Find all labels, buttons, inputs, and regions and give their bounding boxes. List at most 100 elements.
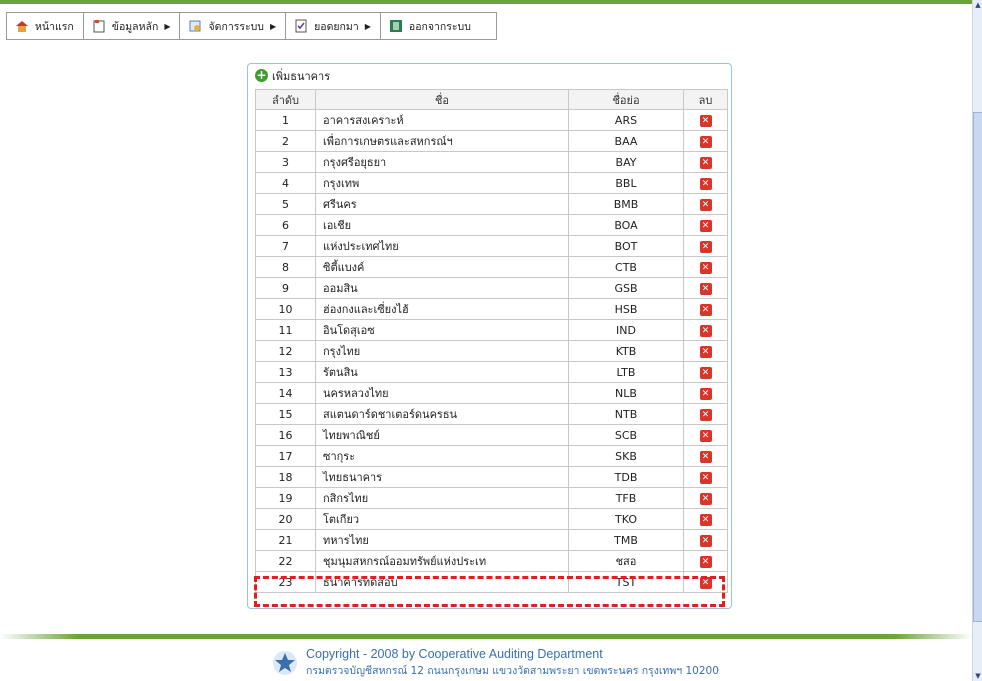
delete-icon[interactable]: ✕ [699,262,712,274]
delete-icon[interactable]: ✕ [699,241,712,253]
bank-abbreviation: NTB [568,403,684,425]
table-row: 17 ซากุระ SKB ✕ [255,445,728,467]
delete-cell: ✕ [683,256,728,278]
table-row: 3 กรุงศรีอยุธยา BAY ✕ [255,151,728,173]
table-row: 11 อินโดสุเอซ IND ✕ [255,319,728,341]
menu-label: ข้อมูลหลัก [111,20,159,33]
bank-name: กรุงศรีอยุธยา [315,151,569,173]
column-header-abbr: ชื่อย่อ [568,89,684,110]
highlight-box-new-row [254,576,725,607]
bank-name: รัตนสิน [315,361,569,383]
scroll-down-icon[interactable]: ▼ [973,671,982,681]
bank-abbreviation: TFB [568,487,684,509]
bank-list-panel: + เพิ่มธนาคาร ลำดับ ชื่อ ชื่อย่อ ลบ 1 อาค… [247,63,732,609]
menu-label: ยอดยกมา [314,20,359,33]
main-menu-bar: หน้าแรก ข้อมูลหลัก ▶ จัดการระบบ ▶ ยอดยกม… [6,12,497,40]
bank-abbreviation: BAA [568,130,684,152]
delete-icon[interactable]: ✕ [699,556,712,568]
bank-name: ออมสิน [315,277,569,299]
table-row: 22 ชุมนุมสหกรณ์ออมทรัพย์แห่งประเท ชสอ ✕ [255,550,728,572]
delete-icon[interactable]: ✕ [699,157,712,169]
delete-icon[interactable]: ✕ [699,451,712,463]
menu-item-logout[interactable]: ออกจากระบบ [381,13,480,39]
bank-abbreviation: NLB [568,382,684,404]
menu-item-carried-forward[interactable]: ยอดยกมา ▶ [286,13,381,39]
delete-icon[interactable]: ✕ [699,136,712,148]
vertical-scrollbar[interactable]: ▲ ▼ [972,0,982,681]
delete-icon[interactable]: ✕ [699,409,712,421]
row-number: 9 [255,277,316,299]
delete-icon[interactable]: ✕ [699,430,712,442]
delete-icon[interactable]: ✕ [699,199,712,211]
row-number: 16 [255,424,316,446]
delete-icon[interactable]: ✕ [699,535,712,547]
delete-cell: ✕ [683,550,728,572]
delete-icon[interactable]: ✕ [699,283,712,295]
table-row: 7 แห่งประเทศไทย BOT ✕ [255,235,728,257]
row-number: 11 [255,319,316,341]
footer-divider [0,634,972,639]
bank-name: ศรีนคร [315,193,569,215]
delete-icon[interactable]: ✕ [699,346,712,358]
delete-cell: ✕ [683,277,728,299]
delete-icon[interactable]: ✕ [699,493,712,505]
menu-item-master-data[interactable]: ข้อมูลหลัก ▶ [84,13,181,39]
bank-abbreviation: TKO [568,508,684,530]
delete-icon[interactable]: ✕ [699,388,712,400]
menu-label: หน้าแรก [35,20,74,33]
column-header-name: ชื่อ [315,89,569,110]
department-seal-icon [273,651,297,675]
menu-label: จัดการระบบ [208,20,264,33]
delete-icon[interactable]: ✕ [699,220,712,232]
delete-cell: ✕ [683,382,728,404]
row-number: 13 [255,361,316,383]
delete-cell: ✕ [683,403,728,425]
row-number: 6 [255,214,316,236]
table-row: 6 เอเชีย BOA ✕ [255,214,728,236]
delete-icon[interactable]: ✕ [699,178,712,190]
menu-item-system-admin[interactable]: จัดการระบบ ▶ [180,13,287,39]
bank-abbreviation: GSB [568,277,684,299]
table-row: 13 รัตนสิน LTB ✕ [255,361,728,383]
table-row: 18 ไทยธนาคาร TDB ✕ [255,466,728,488]
submenu-arrow-icon: ▶ [269,21,277,31]
row-number: 15 [255,403,316,425]
delete-icon[interactable]: ✕ [699,304,712,316]
delete-icon[interactable]: ✕ [699,472,712,484]
delete-cell: ✕ [683,508,728,530]
table-row: 19 กสิกรไทย TFB ✕ [255,487,728,509]
delete-icon[interactable]: ✕ [699,514,712,526]
delete-cell: ✕ [683,214,728,236]
bank-abbreviation: BMB [568,193,684,215]
delete-icon[interactable]: ✕ [699,367,712,379]
bank-name: อินโดสุเอซ [315,319,569,341]
menu-item-home[interactable]: หน้าแรก [7,13,84,39]
bank-abbreviation: SKB [568,445,684,467]
menu-label: ออกจากระบบ [408,20,471,33]
add-bank-button[interactable]: + เพิ่มธนาคาร [248,64,731,87]
table-row: 21 ทหารไทย TMB ✕ [255,529,728,551]
delete-cell: ✕ [683,130,728,152]
submenu-arrow-icon: ▶ [364,21,371,31]
bank-abbreviation: LTB [568,361,684,383]
delete-cell: ✕ [683,424,728,446]
bank-name: เพื่อการเกษตรและสหกรณ์ฯ [315,130,569,152]
scroll-up-icon[interactable]: ▲ [973,0,982,10]
add-icon: + [255,68,268,82]
delete-cell: ✕ [683,172,728,194]
bank-abbreviation: ARS [568,109,684,131]
bank-abbreviation: KTB [568,340,684,362]
bank-name: อาคารสงเคราะห์ [315,109,569,131]
delete-icon[interactable]: ✕ [699,115,712,127]
row-number: 14 [255,382,316,404]
submenu-arrow-icon: ▶ [164,21,171,31]
scroll-thumb[interactable] [973,112,982,622]
table-row: 12 กรุงไทย KTB ✕ [255,340,728,362]
delete-icon[interactable]: ✕ [699,325,712,337]
add-bank-label: เพิ่มธนาคาร [272,69,331,83]
row-number: 1 [255,109,316,131]
table-row: 10 ฮ่องกงและเซี่ยงไฮ้ HSB ✕ [255,298,728,320]
bank-name: กสิกรไทย [315,487,569,509]
row-number: 18 [255,466,316,488]
bank-name: ไทยธนาคาร [315,466,569,488]
